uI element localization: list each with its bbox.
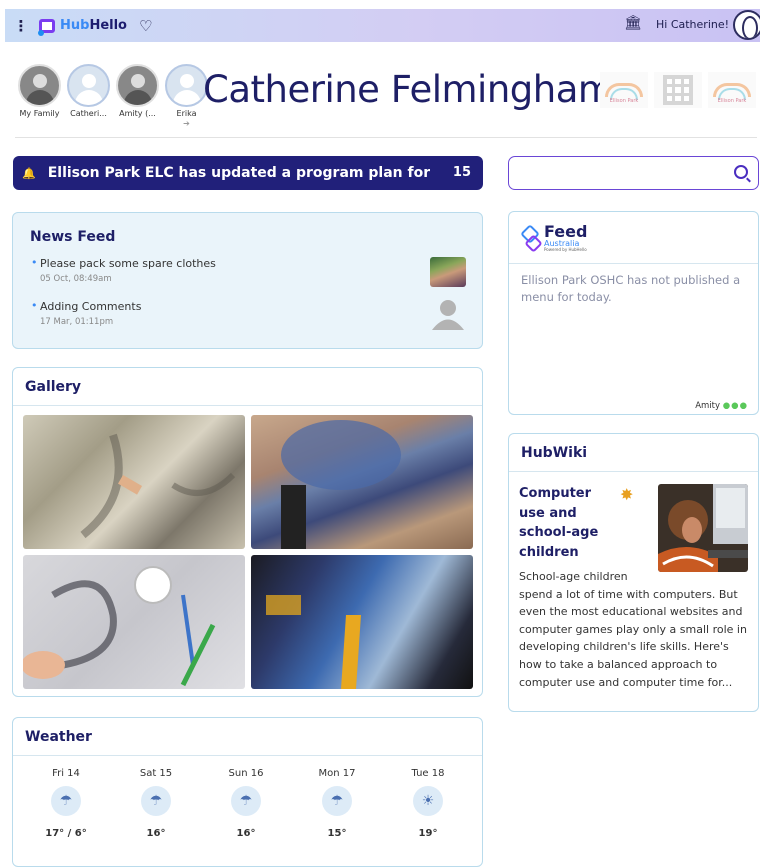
- feed-header: Feed Australia Powered by HubHello: [509, 212, 758, 264]
- rain-cloud-icon: ☂: [231, 786, 261, 816]
- person-placeholder-icon: [432, 300, 464, 330]
- news-feed-card: News Feed Please pack some spare clothes…: [12, 212, 483, 349]
- notification-text: Ellison Park ELC has updated a program p…: [47, 165, 430, 181]
- weather-temp: 19°: [418, 828, 438, 839]
- news-feed-title: News Feed: [30, 229, 116, 245]
- centre-logo-ellison-park[interactable]: Ellison Park: [600, 72, 648, 108]
- weather-card: Weather Fri 14 ☂ 17° / 6° Sat 15 ☂ 16° S…: [12, 717, 483, 867]
- weather-temp: 16°: [236, 828, 256, 839]
- feed-message: Ellison Park OSHC has not published a me…: [521, 273, 741, 304]
- weather-day: Tue 18 ☀ 19°: [398, 768, 458, 839]
- profile-label: Amity (...: [119, 109, 156, 118]
- arrow-right-icon: ➔: [183, 119, 190, 128]
- more-dots-icon[interactable]: ●●●: [723, 401, 748, 411]
- hubwiki-title: HubWiki: [521, 445, 588, 461]
- hubwiki-header: HubWiki: [509, 434, 758, 472]
- profile-catherine[interactable]: Catheri...: [64, 64, 113, 128]
- bell-icon: 🔔: [22, 166, 36, 180]
- rain-cloud-icon: ☂: [51, 786, 81, 816]
- rain-cloud-icon: ☂: [141, 786, 171, 816]
- feed-child-switcher[interactable]: Amity ●●●: [695, 401, 748, 411]
- gallery-card: Gallery: [12, 367, 483, 697]
- user-avatar[interactable]: [733, 10, 760, 40]
- page-title: Catherine Felmingham: [203, 68, 614, 111]
- weather-day: Fri 14 ☂ 17° / 6°: [36, 768, 96, 839]
- article-excerpt-rest: spend a lot of time with computers. But …: [519, 587, 747, 689]
- news-item[interactable]: Please pack some spare clothes 05 Oct, 0…: [31, 256, 451, 284]
- search-icon[interactable]: [734, 165, 748, 179]
- profile-label: Catheri...: [70, 109, 107, 118]
- gallery-photo[interactable]: [251, 555, 473, 689]
- weather-day: Sun 16 ☂ 16°: [216, 768, 276, 839]
- centre-icon[interactable]: 🏛: [624, 15, 642, 31]
- weather-day: Sat 15 ☂ 16°: [126, 768, 186, 839]
- centre-logo-ellison-park[interactable]: Ellison Park: [708, 72, 756, 108]
- notification-count: 15: [452, 165, 471, 180]
- gallery-header: Gallery: [13, 368, 482, 406]
- article-thumbnail[interactable]: [658, 484, 748, 572]
- weather-day: Mon 17 ☂ 15°: [307, 768, 367, 839]
- article-excerpt-first-line: School-age children: [519, 570, 628, 583]
- gallery-title: Gallery: [25, 379, 82, 395]
- hubhello-wordmark: HubHello: [60, 18, 127, 33]
- article-title[interactable]: Computer use and school-age children: [519, 484, 619, 562]
- notification-banner[interactable]: 🔔 Ellison Park ELC has updated a program…: [13, 156, 483, 190]
- avatar: [116, 64, 159, 107]
- feed-brand: Feed: [544, 222, 588, 241]
- avatar: [165, 64, 208, 107]
- hubhello-logo-mark: [38, 18, 55, 36]
- search-input[interactable]: [508, 156, 759, 190]
- weather-day-name: Mon 17: [318, 768, 356, 779]
- profile-label: My Family: [19, 109, 60, 118]
- profile-switcher: My Family Catheri... Amity (... Erika ➔: [15, 64, 211, 128]
- gallery-photo[interactable]: [23, 555, 245, 689]
- feed-child-name: Amity: [695, 401, 721, 411]
- weather-day-name: Sun 16: [228, 768, 264, 779]
- feed-brand-powered: Powered by HubHello: [544, 247, 587, 252]
- greeting: Hi Catherine!: [656, 18, 730, 31]
- heart-icon[interactable]: ♡: [139, 17, 152, 35]
- hubhello-logo[interactable]: HubHello: [38, 18, 127, 36]
- weather-day-name: Fri 14: [52, 768, 80, 779]
- rain-cloud-icon: ☂: [322, 786, 352, 816]
- news-thumbnail[interactable]: [430, 257, 466, 287]
- gallery-photo[interactable]: [23, 415, 245, 549]
- weather-header: Weather: [13, 718, 482, 756]
- feed-australia-card: Feed Australia Powered by HubHello Ellis…: [508, 211, 759, 415]
- top-bar: ⋮ HubHello ♡ 🏛 Hi Catherine!: [5, 9, 760, 42]
- article-excerpt: School-age children spend a lot of time w…: [519, 568, 753, 691]
- building-icon[interactable]: [654, 72, 702, 108]
- feed-australia-logo[interactable]: Feed Australia Powered by HubHello: [523, 224, 587, 252]
- weather-temp: 16°: [146, 828, 166, 839]
- profile-my-family[interactable]: My Family: [15, 64, 64, 128]
- avatar: [67, 64, 110, 107]
- divider: [15, 137, 757, 138]
- menu-icon[interactable]: ⋮: [11, 17, 31, 35]
- gallery-photo[interactable]: [251, 415, 473, 549]
- weather-day-name: Tue 18: [411, 768, 445, 779]
- weather-temp: 15°: [327, 828, 347, 839]
- avatar: [18, 64, 61, 107]
- news-item-date: 05 Oct, 08:49am: [40, 274, 112, 284]
- hubwiki-card: HubWiki Computer use and school-age chil…: [508, 433, 759, 712]
- centre-logos: Ellison Park Ellison Park: [600, 72, 756, 108]
- weather-day-name: Sat 15: [139, 768, 173, 779]
- news-item-date: 17 Mar, 01:11pm: [40, 317, 114, 327]
- weather-temp: 17° / 6°: [45, 828, 87, 839]
- news-item[interactable]: Adding Comments 17 Mar, 01:11pm: [31, 299, 451, 327]
- news-item-title: Please pack some spare clothes: [31, 256, 451, 270]
- feed-logo-icon: [523, 227, 539, 249]
- starburst-icon: ✸: [620, 485, 634, 504]
- news-item-title: Adding Comments: [31, 299, 451, 313]
- weather-title: Weather: [25, 729, 92, 745]
- profile-amity[interactable]: Amity (...: [113, 64, 162, 128]
- partly-sunny-icon: ☀: [413, 786, 443, 816]
